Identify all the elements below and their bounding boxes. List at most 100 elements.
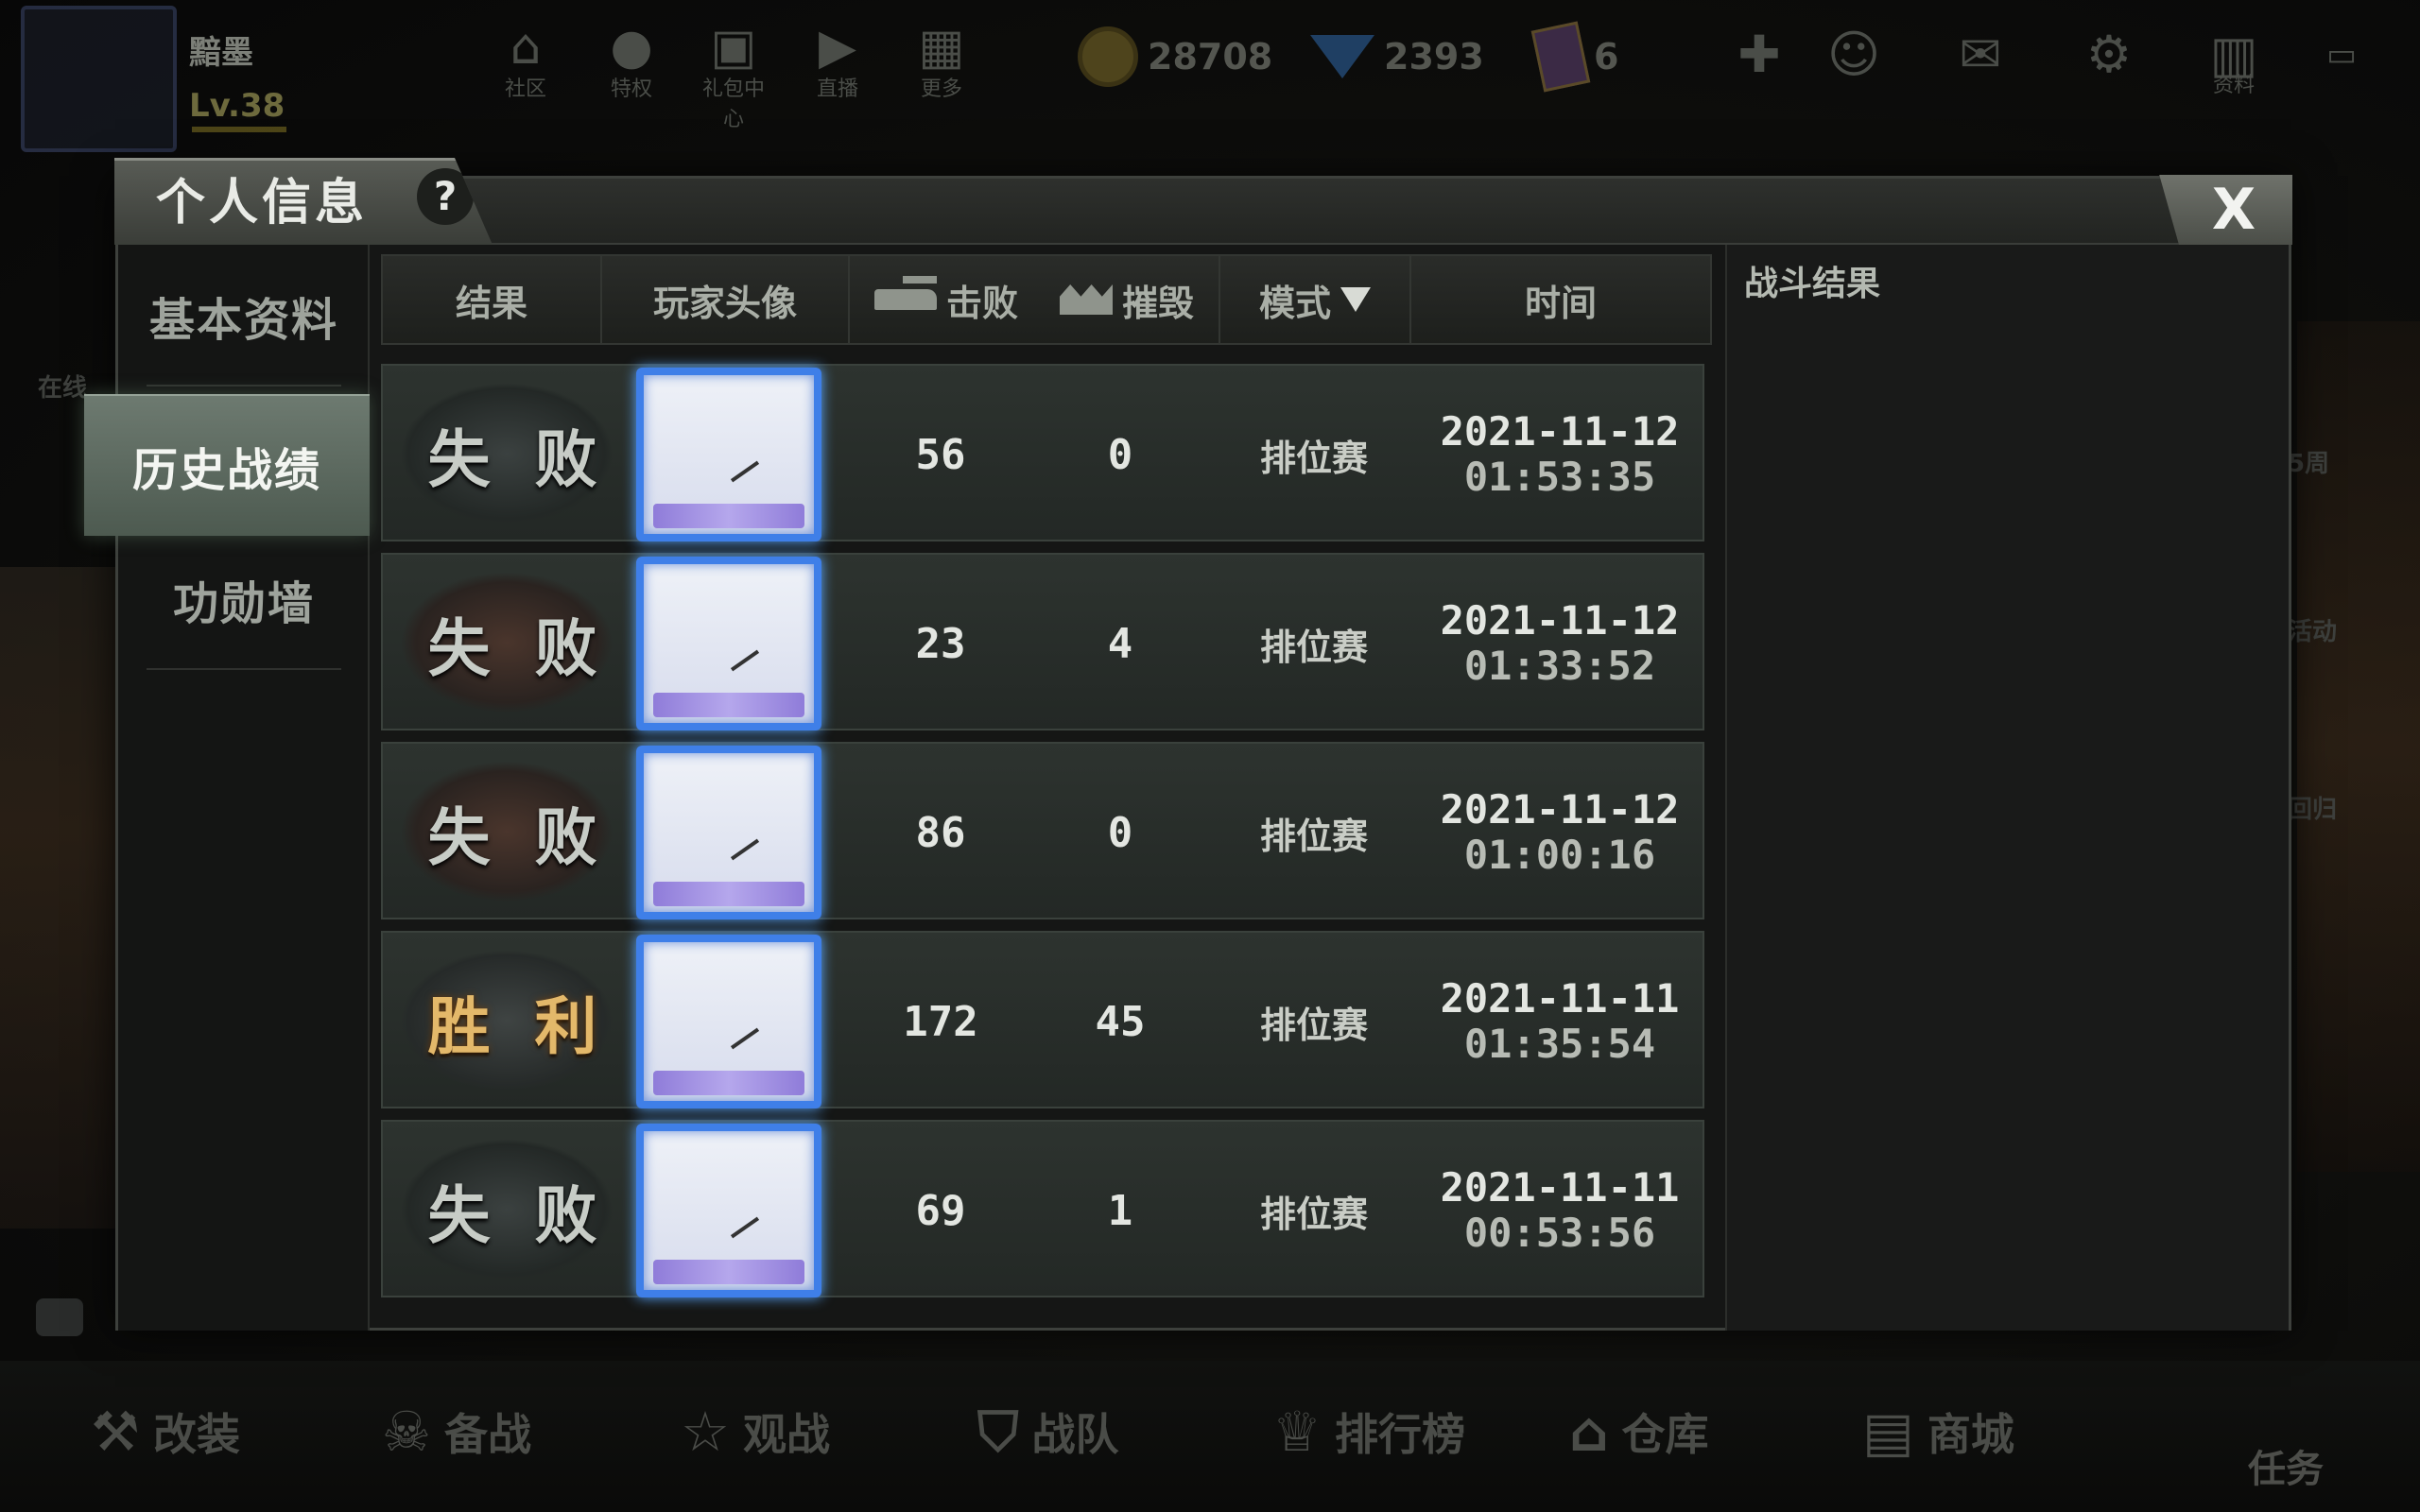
battery-icon: ▭ (2325, 36, 2358, 74)
match-date: 2021-11-11 (1440, 975, 1680, 1022)
destroys-value: 1 (1107, 1186, 1133, 1235)
top-hud-bar: 黯墨 Lv.38 ⌂ 社区 ● 特权 ▣ 礼包中心 ▶ 直播 ▦ 更多 2870… (0, 0, 2420, 161)
background-left-art (0, 567, 123, 1228)
card-icon (1530, 21, 1591, 93)
privilege-button[interactable]: ● 特权 (594, 19, 669, 102)
diamond-currency[interactable]: 2393 (1310, 28, 1484, 85)
personal-info-dialog: 个人信息 ? X 基本资料 历史战绩 功勋墙 结果 玩家头像 击败 摧毁 模式 (84, 158, 2292, 1331)
table-row[interactable]: 失 败 23 4 排位赛 2021-11-12 01:33:52 (381, 553, 1704, 730)
bottom-nav-warehouse[interactable]: ⌂ 仓库 (1569, 1389, 1709, 1474)
battle-result-title: 战斗结果 (1744, 265, 1881, 303)
player-avatar-frame[interactable] (636, 557, 821, 730)
add-button[interactable]: ✚ (1724, 25, 1794, 85)
bottom-nav-team[interactable]: ⛉ 战队 (977, 1389, 1119, 1474)
factory-icon (1060, 284, 1113, 315)
time-value: 2021-11-11 01:35:54 (1413, 933, 1706, 1110)
bottom-nav-shop[interactable]: ▤ 商城 (1862, 1389, 2014, 1474)
destroys-value: 4 (1107, 619, 1133, 668)
play-icon: ▶ (819, 19, 856, 76)
match-date: 2021-11-12 (1440, 408, 1680, 455)
player-avatar-frame[interactable] (636, 1124, 821, 1297)
live-button[interactable]: ▶ 直播 (800, 19, 875, 102)
result-label: 失 败 (427, 612, 609, 685)
table-row[interactable]: 失 败 69 1 排位赛 2021-11-11 00:53:56 (381, 1120, 1704, 1297)
profile-book-button[interactable]: ▥ 资料 (2199, 25, 2269, 96)
bottom-nav-bar (0, 1361, 2420, 1512)
shield-icon: ⛉ (977, 1399, 1019, 1464)
destroys-value: 0 (1107, 430, 1133, 479)
result-label: 失 败 (427, 801, 609, 874)
table-header: 结果 玩家头像 击败 摧毁 模式 时间 (381, 254, 1712, 345)
header-kills-destroys: 击败 摧毁 (850, 256, 1220, 343)
friends-button[interactable]: ☺ (1819, 25, 1889, 85)
return-label[interactable]: 回归 (2288, 790, 2337, 825)
bottom-nav-prepare[interactable]: ☠ 备战 (382, 1389, 531, 1474)
table-row[interactable]: 失 败 86 0 排位赛 2021-11-12 01:00:16 (381, 742, 1704, 919)
kills-value: 23 (915, 619, 966, 668)
kills-value: 56 (915, 430, 966, 479)
player-avatar-frame[interactable] (636, 746, 821, 919)
time-value: 2021-11-11 00:53:56 (1413, 1122, 1706, 1299)
bottom-nav-modify[interactable]: ⚒ 改装 (91, 1389, 240, 1474)
match-time: 01:00:16 (1463, 832, 1656, 878)
mail-button[interactable]: ✉ (1945, 25, 2015, 85)
mode-value: 排位赛 (1259, 815, 1368, 857)
table-row[interactable]: 失 败 56 0 排位赛 2021-11-12 01:53:35 (381, 364, 1704, 541)
nav-battle-history[interactable]: 历史战绩 (84, 394, 370, 536)
mode-value: 排位赛 (1259, 1004, 1368, 1046)
community-button[interactable]: ⌂ 社区 (488, 19, 563, 102)
settings-button[interactable]: ⚙ (2074, 25, 2144, 85)
gasmask-icon: ☠ (382, 1400, 431, 1464)
task-button[interactable]: 任务 (2248, 1438, 2324, 1493)
result-label: 失 败 (427, 423, 609, 496)
penguin-icon: ● (610, 19, 653, 76)
player-avatar-frame[interactable] (636, 935, 821, 1108)
player-level: Lv.38 (189, 87, 285, 125)
home-icon: ⌂ (510, 19, 542, 76)
player-avatar-frame[interactable] (636, 368, 821, 541)
shop-icon: ▤ (1862, 1400, 1914, 1464)
bottom-nav-spectate[interactable]: ☆ 观战 (681, 1389, 830, 1474)
tank-icon (873, 276, 937, 310)
mail-icon: ✉ (1959, 25, 2002, 84)
kills-value: 172 (903, 997, 978, 1046)
result-label: 失 败 (427, 1179, 609, 1252)
more-button[interactable]: ▦ 更多 (904, 19, 979, 102)
kills-value: 69 (915, 1186, 966, 1235)
nav-basic-info[interactable]: 基本资料 (118, 245, 370, 387)
header-avatar: 玩家头像 (602, 256, 850, 343)
week-label[interactable]: 5周 (2288, 444, 2329, 479)
online-label: 在线 (38, 374, 88, 403)
table-row[interactable]: 胜 利 172 45 排位赛 2021-11-11 01:35:54 (381, 931, 1704, 1108)
dialog-title: 个人信息 (156, 175, 369, 232)
time-value: 2021-11-12 01:00:16 (1413, 744, 1706, 921)
nav-honor-wall[interactable]: 功勋墙 (118, 528, 370, 670)
match-time: 01:53:35 (1463, 454, 1656, 500)
warehouse-icon: ⌂ (1569, 1400, 1609, 1464)
header-mode-filter[interactable]: 模式 (1220, 256, 1411, 343)
match-date: 2021-11-11 (1440, 1164, 1680, 1211)
level-progress-bar (192, 127, 286, 132)
event-label[interactable]: 活动 (2288, 612, 2337, 647)
gift-center-button[interactable]: ▣ 礼包中心 (696, 19, 771, 132)
player-name: 黯墨 (189, 34, 253, 72)
player-avatar[interactable] (21, 6, 177, 152)
kills-value: 86 (915, 808, 966, 857)
gift-icon: ▣ (710, 19, 757, 76)
match-date: 2021-11-12 (1440, 597, 1680, 644)
battery-indicator: ▭ (2307, 25, 2377, 85)
friends-icon: ☺ (1826, 25, 1881, 84)
mode-value: 排位赛 (1259, 1193, 1368, 1235)
wrench-icon: ⚒ (91, 1400, 140, 1464)
match-time: 00:53:56 (1463, 1210, 1656, 1256)
card-currency[interactable]: 6 (1530, 21, 1618, 93)
help-icon[interactable]: ? (417, 168, 474, 225)
match-date: 2021-11-12 (1440, 786, 1680, 833)
grid-icon: ▦ (918, 19, 965, 76)
bottom-nav-leaderboard[interactable]: ♕ 排行榜 (1272, 1389, 1465, 1474)
gear-icon: ⚙ (2085, 25, 2133, 84)
match-time: 01:33:52 (1463, 643, 1656, 689)
chat-icon[interactable] (36, 1298, 83, 1336)
gold-currency[interactable]: 28708 (1078, 26, 1272, 87)
battle-result-panel: 战斗结果 (1725, 245, 2289, 1331)
